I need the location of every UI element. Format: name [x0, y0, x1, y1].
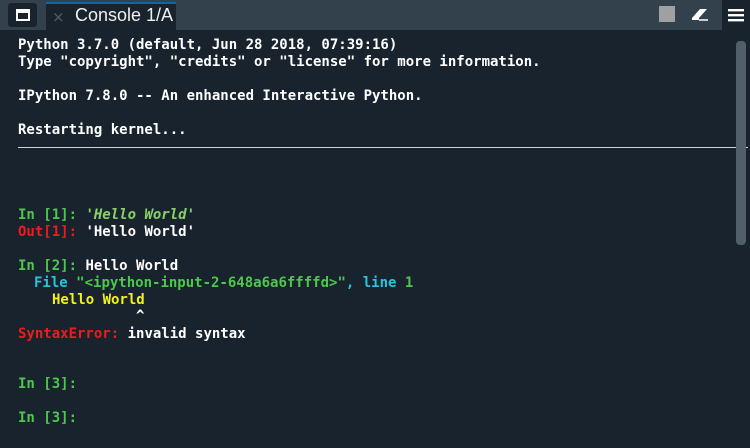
banner-line-3: IPython 7.8.0 -- An enhanced Interactive… — [18, 88, 423, 104]
error-line: SyntaxError: invalid syntax — [18, 326, 246, 343]
close-icon[interactable]: × — [52, 8, 65, 26]
in-prompt: In [ — [18, 207, 52, 223]
input-code: 'Hello World' — [85, 207, 196, 223]
input-cell-2: In [2]: Hello World — [18, 258, 178, 275]
separator — [18, 147, 748, 148]
out-prompt-close: ]: — [60, 224, 86, 240]
tab-bar: × Console 1/A — [0, 0, 750, 30]
eraser-icon[interactable] — [690, 6, 710, 26]
out-number: 1 — [51, 224, 61, 240]
input-code: Hello World — [85, 258, 179, 274]
error-name: SyntaxError: — [18, 326, 120, 342]
in-prompt-close: ]: — [60, 410, 78, 426]
output-value: 'Hello World' — [85, 224, 196, 240]
tab-console[interactable]: × Console 1/A — [46, 2, 176, 30]
traceback-file-label: File — [34, 275, 77, 291]
scrollbar[interactable] — [736, 41, 746, 245]
banner-line-1: Python 3.7.0 (default, Jun 28 2018, 07:3… — [18, 37, 398, 53]
in-prompt: In [ — [18, 258, 52, 274]
in-prompt: In [ — [18, 376, 52, 392]
window-icon[interactable] — [8, 3, 37, 27]
traceback-caret: ^ — [136, 308, 145, 324]
error-message: invalid syntax — [119, 326, 246, 342]
in-number: 3 — [51, 376, 61, 392]
console-output[interactable]: Python 3.7.0 (default, Jun 28 2018, 07:3… — [8, 31, 750, 448]
traceback-line-label: , line — [345, 275, 405, 291]
in-number: 1 — [51, 207, 61, 223]
input-cell-1: In [1]: 'Hello World' — [18, 207, 195, 224]
input-cell-3: In [3]: — [18, 376, 77, 393]
input-cell-3-active[interactable]: In [3]: — [18, 410, 77, 427]
traceback-file-line: File "<ipython-input-2-648a6a6ffffd>", l… — [34, 275, 413, 292]
in-prompt-close: ]: — [60, 258, 86, 274]
banner-line-4: Restarting kernel... — [18, 122, 187, 138]
banner-line-2: Type "copyright", "credits" or "license"… — [18, 54, 541, 70]
traceback-code: Hello World — [52, 292, 145, 308]
traceback-line-number: 1 — [404, 275, 414, 291]
in-number: 3 — [51, 410, 61, 426]
tab-title: Console 1/A — [75, 5, 174, 25]
traceback-file-name: "<ipython-input-2-648a6a6ffffd>" — [76, 275, 346, 291]
stop-icon[interactable] — [659, 6, 675, 22]
in-prompt-close: ]: — [60, 207, 86, 223]
in-number: 2 — [51, 258, 61, 274]
in-prompt: In [ — [18, 410, 52, 426]
in-prompt-close: ]: — [60, 376, 78, 392]
out-prompt: Out[ — [18, 224, 52, 240]
output-cell-1: Out[1]: 'Hello World' — [18, 224, 195, 241]
menu-icon[interactable] — [722, 0, 750, 30]
